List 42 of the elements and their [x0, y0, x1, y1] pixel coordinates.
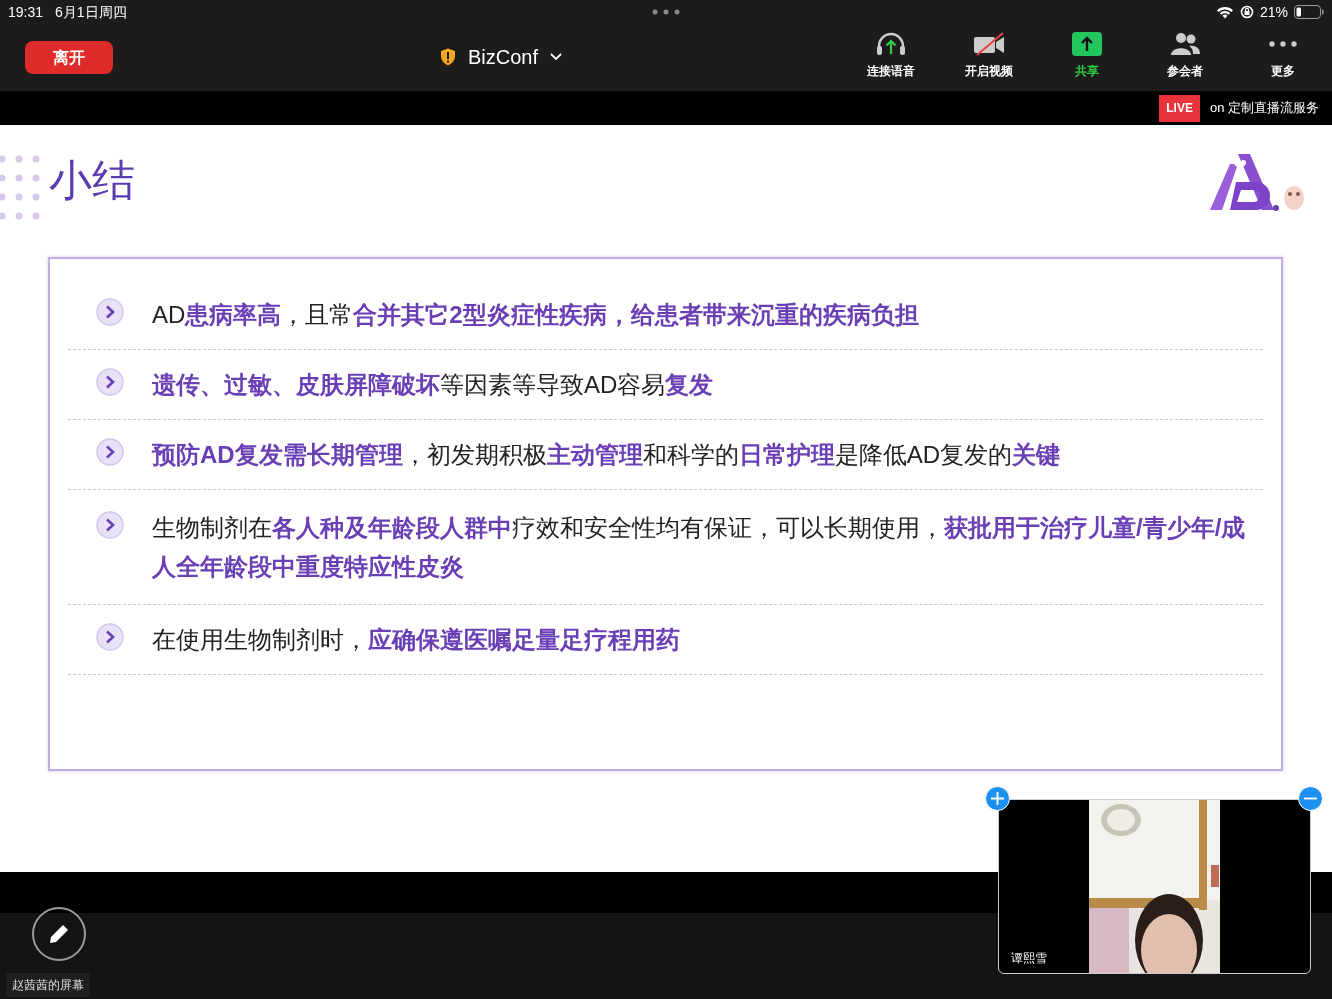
bullet-text: 遗传、过敏、皮肤屏障破坏等因素等导致AD容易复发 — [152, 370, 715, 400]
bullet-text: 预防AD复发需长期管理，初发期积极主动管理和科学的日常护理是降低AD复发的关键 — [152, 440, 1061, 470]
toolbar-button[interactable]: 开启视频 — [940, 27, 1038, 88]
leave-button[interactable]: 离开 — [25, 41, 113, 74]
toolbar-button[interactable]: 连接语音 — [842, 27, 940, 88]
live-badge: LIVE — [1159, 94, 1200, 122]
multitasking-dots-icon[interactable] — [652, 9, 680, 15]
pencil-icon — [48, 923, 70, 945]
live-stream-text: on 定制直播流服务 — [1209, 99, 1319, 118]
headphones-icon — [875, 31, 907, 56]
bullet-text: AD患病率高，且常合并其它2型炎症性疾病，给患者带来沉重的疾病负担 — [152, 300, 920, 330]
status-time: 19:31 — [8, 2, 44, 22]
chevron-down-icon[interactable] — [550, 53, 563, 61]
bullet-text: 在使用生物制剂时，应确保遵医嘱足量足疗程用药 — [152, 625, 681, 655]
status-date: 6月1日周四 — [55, 2, 127, 22]
rotation-lock-icon — [1239, 5, 1254, 19]
toolbar-button[interactable]: 共享 — [1038, 27, 1136, 88]
arrow-bullet-icon — [96, 368, 124, 396]
wifi-icon — [1215, 5, 1234, 19]
toolbar-button[interactable]: 更多 — [1234, 27, 1332, 88]
participant-name: 谭熙雪 — [1011, 950, 1047, 967]
share-icon — [1072, 31, 1102, 56]
meeting-title[interactable]: BizConf — [468, 42, 539, 72]
camera-off-icon — [973, 31, 1005, 56]
battery-icon — [1294, 5, 1324, 19]
arrow-bullet-icon — [96, 438, 124, 466]
battery-percent: 21% — [1259, 2, 1288, 22]
arrow-bullet-icon — [96, 298, 124, 326]
more-icon — [1269, 40, 1297, 47]
arrow-bullet-icon — [96, 623, 124, 651]
slide-title: 小结 — [49, 155, 135, 205]
minus-icon — [1304, 797, 1317, 800]
toolbar-button[interactable]: 参会者 — [1136, 27, 1234, 88]
dot-pattern — [0, 155, 42, 221]
plus-icon — [991, 792, 1004, 805]
bullet-text: 生物制剂在各人种及年龄段人群中疗效和安全性均有保证，可以长期使用，获批用于治疗儿童/青少年/成人全年龄段中重度特应性皮炎 — [152, 513, 1247, 582]
people-icon — [1169, 31, 1201, 56]
shield-icon — [440, 48, 456, 66]
annotate-button[interactable] — [32, 907, 86, 961]
screen-share-label: 赵茜茜的屏幕 — [6, 973, 90, 997]
video-tile[interactable]: 谭熙雪 — [998, 799, 1311, 974]
arrow-bullet-icon — [96, 511, 124, 539]
